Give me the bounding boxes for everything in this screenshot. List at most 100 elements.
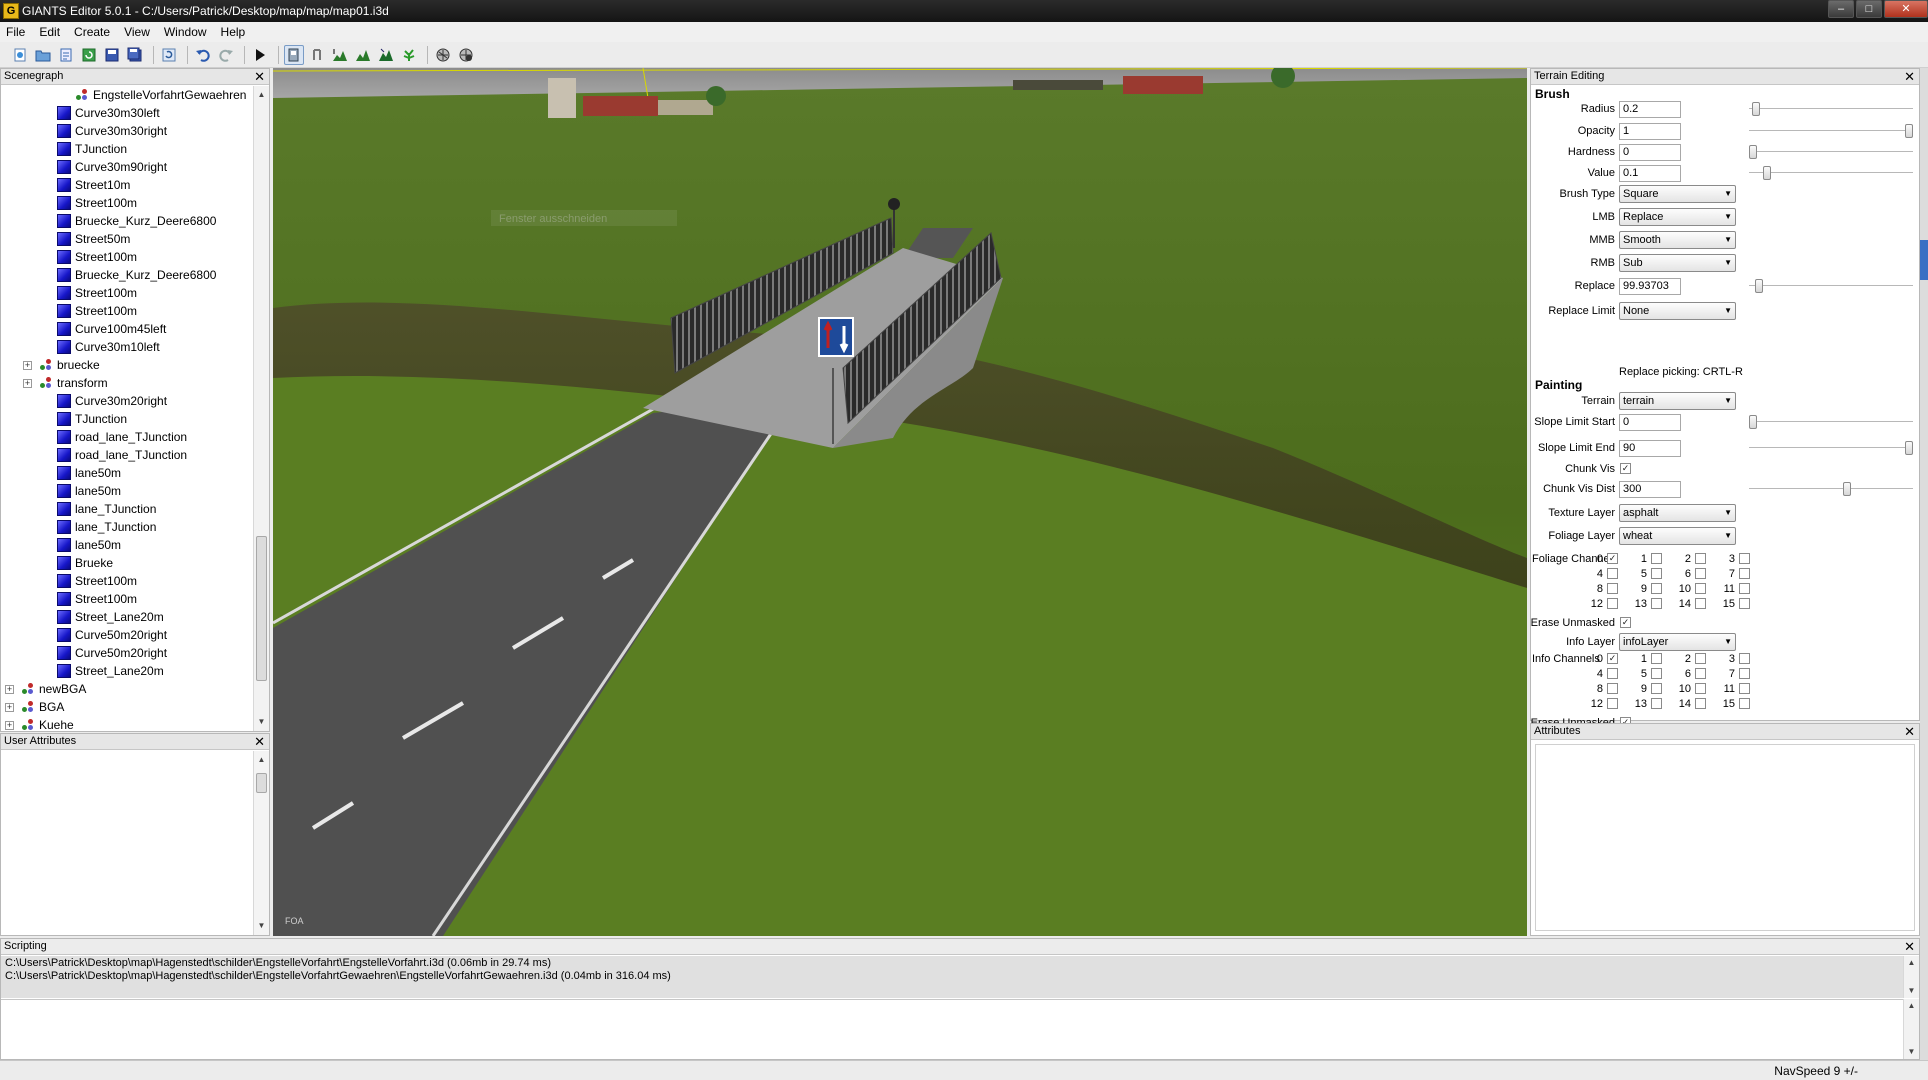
menu-window[interactable]: Window (164, 25, 207, 39)
foliage-paint-icon[interactable] (399, 45, 419, 65)
info-channel-checkbox[interactable] (1739, 683, 1750, 694)
rmb-select[interactable]: Sub ▼ (1619, 254, 1736, 272)
scenegraph-item[interactable]: Curve30m10left (1, 338, 253, 356)
close-icon[interactable]: ✕ (1904, 69, 1915, 84)
menu-edit[interactable]: Edit (39, 25, 60, 39)
foliage-channel-checkbox[interactable] (1739, 583, 1750, 594)
scenegraph-item[interactable]: EngstelleVorfahrtGewaehren (1, 86, 253, 104)
scroll-thumb[interactable] (256, 536, 267, 681)
expand-icon[interactable]: + (23, 361, 32, 370)
info-channel-checkbox[interactable] (1651, 653, 1662, 664)
info-channel-checkbox[interactable] (1607, 683, 1618, 694)
foliage-channel-checkbox[interactable] (1739, 553, 1750, 564)
info-layer-select[interactable]: infoLayer ▼ (1619, 633, 1736, 651)
scenegraph-item[interactable]: Curve30m20right (1, 392, 253, 410)
scenegraph-item[interactable]: Bruecke_Kurz_Deere6800 (1, 212, 253, 230)
scenegraph-item[interactable]: TJunction (1, 410, 253, 428)
erase-unmasked-checkbox[interactable]: ✓ (1620, 617, 1631, 628)
close-icon[interactable]: ✕ (1904, 724, 1915, 739)
expand-icon[interactable]: + (5, 685, 14, 694)
scenegraph-item[interactable]: lane50m (1, 464, 253, 482)
new-icon[interactable] (10, 45, 30, 65)
slider-handle[interactable] (1763, 166, 1771, 180)
foliage-channel-checkbox[interactable] (1739, 568, 1750, 579)
chunk-vis-dist-input[interactable]: 300 (1619, 481, 1681, 498)
scenegraph-item[interactable]: + Kuehe (1, 716, 253, 731)
menu-help[interactable]: Help (221, 25, 246, 39)
foliage-channel-checkbox[interactable] (1695, 568, 1706, 579)
hardness-slider[interactable] (1749, 145, 1913, 159)
info-channel-checkbox[interactable] (1695, 653, 1706, 664)
info-channel-checkbox[interactable] (1607, 668, 1618, 679)
scenegraph-item[interactable]: + bruecke (1, 356, 253, 374)
foliage-channel-checkbox[interactable] (1607, 583, 1618, 594)
scroll-up-icon[interactable]: ▲ (1904, 999, 1919, 1013)
brush_type-select[interactable]: Square ▼ (1619, 185, 1736, 203)
value-slider[interactable] (1749, 166, 1913, 180)
scenegraph-item[interactable]: lane50m (1, 536, 253, 554)
scenegraph-item[interactable]: Street100m (1, 590, 253, 608)
scenegraph-item[interactable]: Curve100m45left (1, 320, 253, 338)
info-channel-checkbox[interactable] (1739, 668, 1750, 679)
scroll-down-icon[interactable]: ▼ (254, 919, 269, 933)
info-channel-checkbox[interactable] (1695, 668, 1706, 679)
chunk-vis-dist-slider[interactable] (1749, 482, 1913, 496)
script-input-scrollbar[interactable]: ▲ ▼ (1903, 999, 1919, 1059)
info-channel-checkbox[interactable] (1739, 653, 1750, 664)
save-icon[interactable] (102, 45, 122, 65)
radius-slider[interactable] (1749, 102, 1913, 116)
open-icon[interactable] (33, 45, 53, 65)
replace-slider[interactable] (1749, 279, 1913, 293)
scenegraph-item[interactable]: Curve50m20right (1, 644, 253, 662)
terrain-select[interactable]: terrain ▼ (1619, 392, 1736, 410)
scenegraph-item[interactable]: Brueke (1, 554, 253, 572)
scenegraph-item[interactable]: Street100m (1, 284, 253, 302)
import-icon[interactable] (56, 45, 76, 65)
radius-input[interactable]: 0.2 (1619, 101, 1681, 118)
scenegraph-item[interactable]: Curve30m90right (1, 158, 253, 176)
slope-limit-start-slider[interactable] (1749, 415, 1913, 429)
scenegraph-item[interactable]: Street100m (1, 194, 253, 212)
value-input[interactable]: 0.1 (1619, 165, 1681, 182)
foliage-channel-checkbox[interactable] (1651, 553, 1662, 564)
foliage-channel-checkbox[interactable] (1695, 583, 1706, 594)
foliage-channel-checkbox[interactable] (1651, 568, 1662, 579)
expand-icon[interactable]: + (5, 703, 14, 712)
undo-icon[interactable] (193, 45, 213, 65)
close-icon[interactable]: ✕ (1904, 939, 1915, 954)
terrain-paint-icon[interactable] (353, 45, 373, 65)
scenegraph-item[interactable]: TJunction (1, 140, 253, 158)
scenegraph-item[interactable]: Street100m (1, 248, 253, 266)
scroll-down-icon[interactable]: ▼ (1904, 984, 1919, 998)
menu-create[interactable]: Create (74, 25, 110, 39)
scenegraph-item[interactable]: Bruecke_Kurz_Deere6800 (1, 266, 253, 284)
scenegraph-item[interactable]: lane_TJunction (1, 518, 253, 536)
opacity-input[interactable]: 1 (1619, 123, 1681, 140)
scenegraph-scrollbar[interactable]: ▲ ▼ (253, 86, 269, 731)
info-channel-checkbox[interactable] (1739, 698, 1750, 709)
slider-handle[interactable] (1905, 441, 1913, 455)
scenegraph-item[interactable]: road_lane_TJunction (1, 428, 253, 446)
mmb-select[interactable]: Smooth ▼ (1619, 231, 1736, 249)
scroll-thumb[interactable] (256, 773, 267, 793)
dock-tab[interactable] (1920, 240, 1928, 280)
scenegraph-item[interactable]: Street50m (1, 230, 253, 248)
slider-handle[interactable] (1905, 124, 1913, 138)
scroll-down-icon[interactable]: ▼ (1904, 1045, 1919, 1059)
foliage-channel-checkbox[interactable] (1651, 583, 1662, 594)
info-channel-checkbox[interactable]: ✓ (1607, 653, 1618, 664)
scroll-down-icon[interactable]: ▼ (254, 715, 269, 729)
play-icon[interactable] (250, 45, 270, 65)
menu-file[interactable]: File (6, 25, 25, 39)
foliage-channel-checkbox[interactable] (1607, 568, 1618, 579)
slope-limit-start-input[interactable]: 0 (1619, 414, 1681, 431)
info-channel-checkbox[interactable] (1651, 683, 1662, 694)
foliage-channel-checkbox[interactable] (1695, 553, 1706, 564)
scenegraph-item[interactable]: Street_Lane20m (1, 662, 253, 680)
close-icon[interactable]: ✕ (1884, 0, 1928, 18)
texture-layer-select[interactable]: asphalt ▼ (1619, 504, 1736, 522)
scenegraph-item[interactable]: Street10m (1, 176, 253, 194)
close-icon[interactable]: ✕ (254, 69, 265, 84)
move-mode-icon[interactable] (307, 45, 327, 65)
foliage-channel-checkbox[interactable] (1739, 598, 1750, 609)
